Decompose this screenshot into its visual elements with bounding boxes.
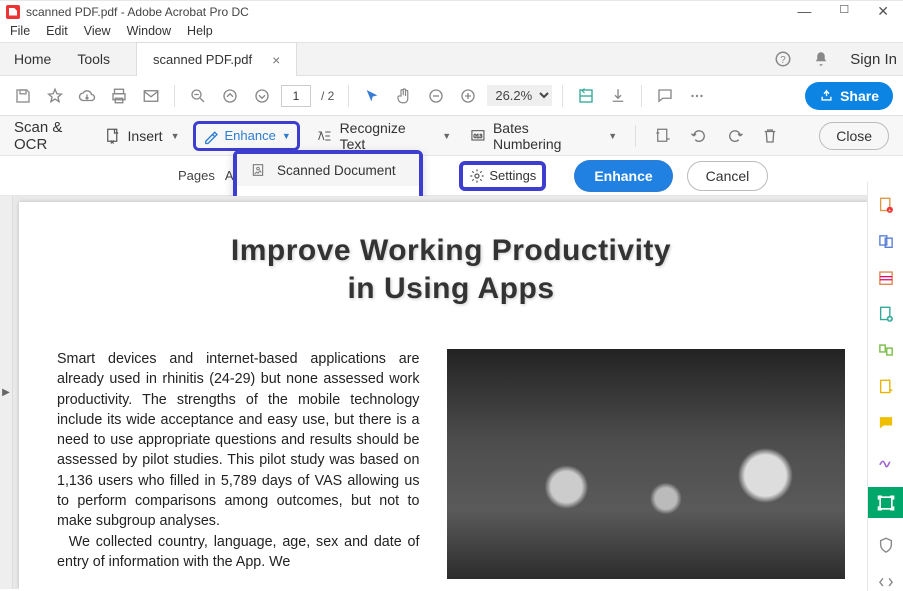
pdf-app-icon	[6, 5, 20, 19]
download-icon[interactable]	[605, 83, 631, 109]
page-total-label: / 2	[321, 89, 334, 103]
export-pdf-icon[interactable]	[876, 305, 896, 323]
scan-ocr-close-button[interactable]: Close	[819, 122, 889, 150]
tab-file[interactable]: scanned PDF.pdf ×	[136, 42, 297, 76]
zoom-in-icon[interactable]	[455, 83, 481, 109]
bates-numbering-dropdown[interactable]: 013 Bates Numbering▼	[465, 118, 621, 154]
enhance-icon	[202, 127, 220, 145]
share-label: Share	[840, 88, 879, 104]
crop-icon[interactable]	[650, 123, 676, 149]
left-panel-expander[interactable]: ▶	[0, 196, 13, 589]
menu-view[interactable]: View	[84, 24, 111, 38]
page-up-icon[interactable]	[217, 83, 243, 109]
fit-width-icon[interactable]	[573, 83, 599, 109]
comment-icon[interactable]	[652, 83, 678, 109]
enhance-cancel-button[interactable]: Cancel	[687, 161, 769, 191]
document-photo	[447, 349, 845, 579]
svg-text:+: +	[888, 208, 891, 214]
recognize-text-dropdown[interactable]: Recognize Text▼	[310, 118, 455, 154]
window-close-icon[interactable]: ✕	[877, 3, 889, 20]
scanned-document-icon	[249, 162, 267, 178]
chevron-right-icon: ▶	[2, 387, 10, 398]
rotate-ccw-icon[interactable]	[686, 123, 712, 149]
create-pdf-icon[interactable]: +	[876, 196, 896, 214]
menu-file[interactable]: File	[10, 24, 30, 38]
protect-icon[interactable]	[876, 536, 896, 554]
share-icon	[819, 88, 834, 103]
rotate-cw-icon[interactable]	[722, 123, 748, 149]
select-tool-icon[interactable]	[359, 83, 385, 109]
document-body-text: Smart devices and internet-based applica…	[57, 349, 419, 579]
zoom-select[interactable]: 26.2%	[487, 85, 552, 106]
cloud-icon[interactable]	[74, 83, 100, 109]
share-button[interactable]: Share	[805, 82, 893, 110]
pages-label: Pages	[178, 168, 215, 183]
window-minimize-icon[interactable]: —	[797, 3, 811, 20]
save-icon[interactable]	[10, 83, 36, 109]
svg-text:013: 013	[474, 134, 483, 140]
bates-icon: 013	[469, 128, 487, 144]
document-heading: Improve Working Productivity in Using Ap…	[57, 232, 845, 307]
enhance-run-button[interactable]: Enhance	[574, 160, 672, 192]
sign-in-link[interactable]: Sign In	[850, 51, 897, 68]
settings-button[interactable]: Settings	[459, 161, 546, 191]
scan-ocr-tool-active[interactable]	[868, 487, 903, 518]
window-title: scanned PDF.pdf - Adobe Acrobat Pro DC	[26, 5, 249, 19]
help-icon[interactable]: ?	[774, 50, 792, 68]
menu-edit[interactable]: Edit	[46, 24, 68, 38]
more-icon[interactable]	[684, 83, 710, 109]
tab-close-icon[interactable]: ×	[272, 52, 280, 68]
enhance-options-bar: Pages All Scanned Document Camera Image …	[0, 156, 903, 196]
file-tabs-row: Home Tools scanned PDF.pdf × ? Sign In	[0, 42, 903, 76]
star-icon[interactable]	[42, 83, 68, 109]
mail-icon[interactable]	[138, 83, 164, 109]
right-tool-rail: +	[867, 182, 903, 591]
insert-page-icon	[104, 127, 122, 145]
scan-ocr-toolbar: Scan & OCR Insert▼ Enhance▼ Recognize Te…	[0, 116, 903, 156]
print-icon[interactable]	[106, 83, 132, 109]
document-area: ▶ Improve Working Productivity in Using …	[0, 196, 903, 589]
fill-sign-icon[interactable]	[876, 451, 896, 469]
menubar: File Edit View Window Help	[0, 22, 903, 42]
menu-help[interactable]: Help	[187, 24, 213, 38]
edit-pdf-icon[interactable]	[876, 269, 896, 287]
window-titlebar: scanned PDF.pdf - Adobe Acrobat Pro DC —…	[0, 0, 903, 22]
enhance-dropdown[interactable]: Enhance▼	[193, 121, 299, 151]
tab-file-label: scanned PDF.pdf	[153, 52, 252, 67]
tab-home[interactable]: Home	[14, 51, 51, 67]
organize-pages-icon[interactable]	[876, 342, 896, 360]
more-tools-icon[interactable]	[876, 573, 896, 591]
page-down-icon[interactable]	[249, 83, 275, 109]
page-number-input[interactable]	[281, 85, 311, 107]
tab-tools[interactable]: Tools	[77, 51, 110, 67]
menu-window[interactable]: Window	[127, 24, 171, 38]
recognize-text-icon	[314, 128, 334, 144]
pdf-page: Improve Working Productivity in Using Ap…	[19, 202, 883, 589]
zoom-out-fit-icon[interactable]	[185, 83, 211, 109]
page-viewport[interactable]: Improve Working Productivity in Using Ap…	[13, 196, 889, 589]
hand-tool-icon[interactable]	[391, 83, 417, 109]
scan-ocr-icon	[876, 493, 896, 513]
svg-text:?: ?	[781, 55, 787, 66]
window-maximize-icon[interactable]: ☐	[839, 3, 849, 20]
trash-icon[interactable]	[758, 123, 784, 149]
bell-icon[interactable]	[812, 50, 830, 68]
gear-icon	[469, 168, 485, 184]
comment-tool-icon[interactable]	[876, 414, 896, 432]
main-toolbar: / 2 26.2% Share	[0, 76, 903, 116]
zoom-out-icon[interactable]	[423, 83, 449, 109]
combine-files-icon[interactable]	[876, 232, 896, 250]
insert-dropdown[interactable]: Insert▼	[100, 125, 184, 147]
dropdown-item-scanned-document[interactable]: Scanned Document	[237, 154, 419, 186]
send-for-comments-icon[interactable]	[876, 378, 896, 396]
scan-ocr-label: Scan & OCR	[14, 119, 100, 153]
